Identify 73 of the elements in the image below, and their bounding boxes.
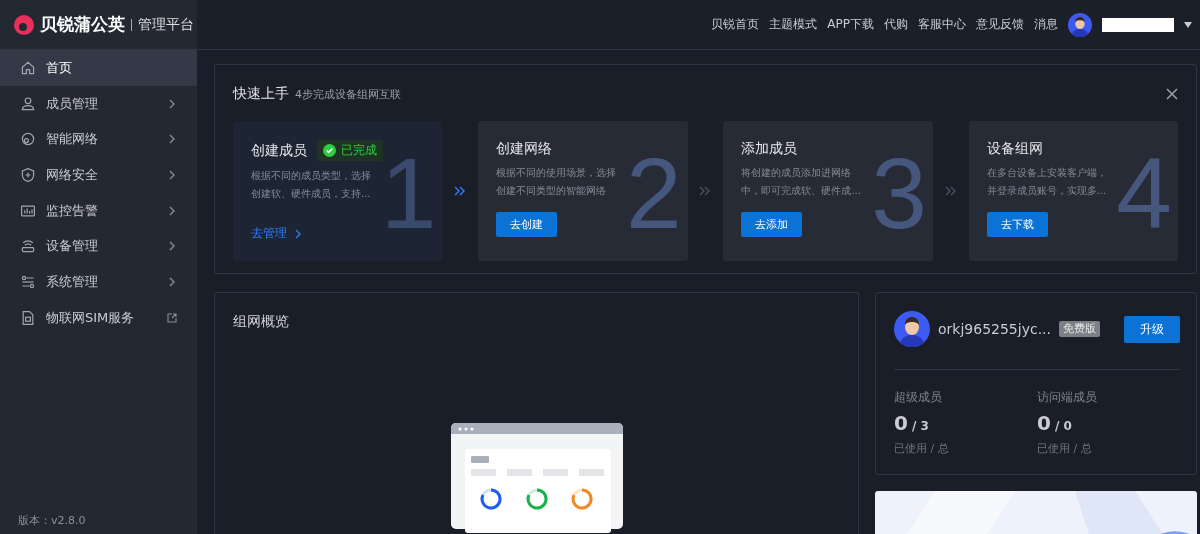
header-link[interactable]: 代购 — [884, 16, 908, 33]
logo-icon — [14, 14, 34, 35]
panel-subtitle: 4步完成设备组网互联 — [295, 87, 401, 102]
step-title: 添加成员 — [741, 140, 798, 158]
chevron-right-icon — [167, 205, 177, 216]
version-label: 版本：v2.8.0 — [17, 513, 87, 528]
step-number: 3 — [871, 143, 927, 243]
header-link[interactable]: 消息 — [1034, 16, 1058, 33]
header-link[interactable]: 贝锐首页 — [711, 16, 760, 33]
stat-label: 超级成员 — [894, 390, 943, 405]
step-description: 将创建的成员添加进网络中，即可完成软、硬件成... — [741, 166, 862, 198]
header-link[interactable]: APP下载 — [827, 16, 874, 33]
stat-used: 0 — [894, 411, 908, 435]
chevron-right-icon — [167, 169, 177, 180]
plan-badge: 免费版 — [1059, 321, 1100, 337]
stat-used: 0 — [1037, 411, 1051, 435]
step-number: 2 — [625, 143, 682, 243]
chevron-right-icon — [167, 134, 177, 145]
chevron-right-icon — [167, 98, 177, 109]
sidebar-item[interactable]: 系统管理 — [0, 264, 197, 300]
close-icon[interactable] — [1166, 88, 1178, 100]
sidebar-item[interactable]: 物联网SIM服务 — [0, 299, 197, 336]
stat-caption: 已使用 / 总 — [1037, 441, 1093, 456]
double-chevron-icon — [944, 186, 957, 196]
network-icon — [20, 131, 36, 148]
sidebar-item[interactable]: 成员管理 — [0, 85, 197, 122]
sidebar-item[interactable]: 首页 — [0, 50, 197, 86]
redaction-box — [1102, 17, 1174, 32]
home-icon — [20, 59, 36, 76]
stat-caption: 已使用 / 总 — [894, 441, 950, 456]
brand-name: 贝锐蒲公英 — [40, 13, 125, 36]
step-button[interactable]: 去下载 — [986, 212, 1048, 237]
sidebar-item[interactable]: 智能网络 — [0, 121, 197, 158]
double-chevron-icon — [454, 186, 467, 196]
avatar — [1068, 12, 1092, 37]
stat-label: 访问端成员 — [1037, 390, 1098, 405]
avatar — [894, 311, 930, 347]
sidebar-item[interactable]: 监控告警 — [0, 192, 197, 229]
user-icon — [20, 95, 36, 112]
step-number: 4 — [1116, 143, 1172, 243]
router-icon — [20, 238, 36, 255]
brand-subtitle: 管理平台 — [138, 15, 194, 34]
check-circle-icon — [323, 144, 336, 157]
step-description: 根据不同的成员类型，选择创建软、硬件成员，支持... — [251, 169, 372, 201]
step-title: 设备组网 — [986, 140, 1043, 158]
chevron-right-icon — [167, 276, 177, 287]
sliders-icon — [20, 273, 36, 290]
chevron-right-icon — [295, 228, 302, 239]
stat-total: / 3 — [911, 419, 929, 433]
external-link-icon — [167, 312, 177, 323]
chevron-right-icon — [167, 241, 177, 252]
step-description: 根据不同的使用场景，选择创建不同类型的智能网络 — [496, 166, 618, 198]
step-button[interactable]: 去添加 — [741, 212, 803, 237]
manage-link[interactable]: 去管理 — [251, 225, 302, 242]
sidebar-item[interactable]: 网络安全 — [0, 157, 197, 193]
step-description: 在多台设备上安装客户端，并登录成员账号，实现多... — [986, 166, 1108, 198]
step-title: 创建成员 — [251, 141, 307, 160]
sidebar-item[interactable]: 设备管理 — [0, 228, 197, 265]
panel-title: 快速上手 — [233, 85, 289, 103]
panel-title: 组网概览 — [233, 313, 289, 331]
header-link[interactable]: 主题模式 — [769, 16, 818, 33]
step-title: 创建网络 — [496, 140, 553, 158]
stat-total: / 0 — [1054, 419, 1072, 433]
sim-card-icon — [20, 309, 36, 326]
upgrade-button[interactable]: 升级 — [1124, 315, 1180, 343]
completed-badge: 已完成 — [317, 140, 383, 161]
shield-icon — [20, 166, 36, 183]
account-name: orkj965255jyc... — [938, 321, 1051, 337]
caret-icon[interactable] — [1184, 21, 1192, 28]
double-chevron-icon — [699, 186, 712, 196]
header-link[interactable]: 客服中心 — [918, 16, 966, 33]
header-link[interactable]: 意见反馈 — [976, 16, 1024, 33]
step-button[interactable]: 去创建 — [496, 212, 558, 237]
